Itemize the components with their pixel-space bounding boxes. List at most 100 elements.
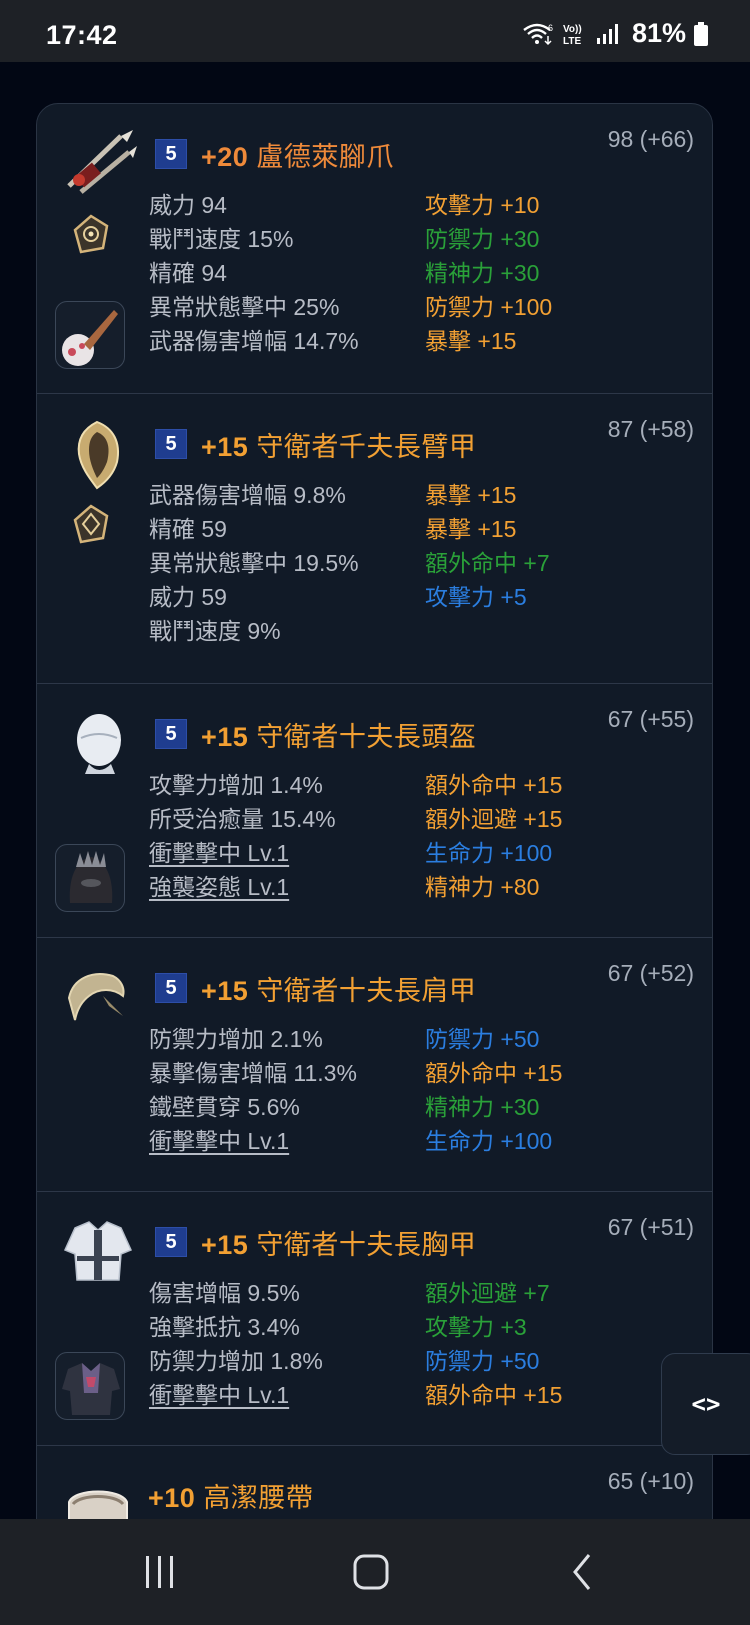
skill-gem-slot[interactable] xyxy=(55,301,125,369)
item-score: 67 (+55) xyxy=(607,706,694,732)
stat-right: 額外命中 +15 xyxy=(425,772,563,798)
skin-slot[interactable] xyxy=(55,1352,125,1420)
stat-left: 攻擊力增加 1.4% xyxy=(149,772,323,798)
stat-left: 異常狀態擊中 19.5% xyxy=(149,550,359,576)
item-score: 67 (+51) xyxy=(607,1214,694,1240)
equipment-item-weapon[interactable]: 5 +20 盧德萊腳爪 98 (+66) 威力 94 戰鬥速度 15% 精確 9… xyxy=(37,104,712,394)
stat-right: 額外命中 +7 xyxy=(425,550,550,576)
stat-right: 暴擊 +15 xyxy=(425,516,517,542)
item-title: 5 +15 守衛者十夫長頭盔 xyxy=(155,715,476,754)
item-score: 98 (+66) xyxy=(607,126,694,152)
enhance-level: +10 xyxy=(148,1482,196,1513)
item-name-text: 守衛者十夫長肩甲 xyxy=(256,975,477,1006)
enhance-level: +15 xyxy=(201,1229,249,1260)
item-name-text: 守衛者十夫長頭盔 xyxy=(256,721,477,752)
signal-icon xyxy=(596,23,618,44)
stat-right: 額外命中 +15 xyxy=(425,1060,563,1086)
stat-left: 強擊抵抗 3.4% xyxy=(149,1314,300,1340)
stat-right: 攻擊力 +10 xyxy=(425,192,540,218)
svg-text:LTE: LTE xyxy=(563,36,581,47)
enhance-level: +15 xyxy=(201,975,249,1006)
equipment-item-belt[interactable]: +10 高潔腰帶 65 (+10) xyxy=(37,1446,712,1519)
skill-link[interactable]: 衝擊擊中 Lv.1 xyxy=(149,836,289,870)
helmet-icon xyxy=(77,714,121,774)
home-button[interactable] xyxy=(341,1547,401,1597)
item-name: +15 守衛者十夫長肩甲 xyxy=(201,969,476,1008)
system-nav-bar xyxy=(0,1519,750,1625)
stat-left: 異常狀態擊中 25% xyxy=(149,294,340,320)
home-icon xyxy=(353,1554,389,1590)
equipment-list-panel[interactable]: 5 +20 盧德萊腳爪 98 (+66) 威力 94 戰鬥速度 15% 精確 9… xyxy=(36,103,713,1519)
skin-slot[interactable] xyxy=(55,844,125,912)
stat-right: 精神力 +80 xyxy=(425,874,540,900)
svg-text:Vo)): Vo)) xyxy=(563,24,582,35)
pauldron-icon xyxy=(67,973,125,1021)
back-button[interactable] xyxy=(552,1547,612,1597)
item-name-text: 盧德萊腳爪 xyxy=(256,141,394,172)
main-content[interactable]: 5 +20 盧德萊腳爪 98 (+66) 威力 94 戰鬥速度 15% 精確 9… xyxy=(0,62,750,1519)
item-score: 67 (+52) xyxy=(607,960,694,986)
tier-badge: 5 xyxy=(155,139,187,169)
battery-icon xyxy=(694,21,708,46)
stat-right: 額外迴避 +15 xyxy=(425,806,563,832)
item-score: 87 (+58) xyxy=(607,416,694,442)
status-time: 17:42 xyxy=(46,20,118,50)
stat-left: 威力 94 xyxy=(149,192,227,218)
item-score: 65 (+10) xyxy=(607,1468,694,1494)
equipment-item-chest[interactable]: 5 +15 守衛者十夫長胸甲 67 (+51) 傷害增幅 9.5% 強擊抵抗 3… xyxy=(37,1192,712,1446)
back-icon xyxy=(573,1554,591,1590)
stat-left: 傷害增幅 9.5% xyxy=(149,1280,300,1306)
skin-helmet-icon xyxy=(69,851,113,903)
item-title: +10 高潔腰帶 xyxy=(148,1478,314,1513)
tier-badge: 5 xyxy=(155,719,187,749)
tier-badge: 5 xyxy=(155,973,187,1003)
skill-gem-icon xyxy=(62,310,118,366)
code-toggle-label: <> xyxy=(691,1390,721,1418)
skin-armor-icon xyxy=(62,1363,120,1415)
stat-right: 攻擊力 +3 xyxy=(425,1314,527,1340)
volte-icon: Vo)) LTE xyxy=(563,24,582,47)
equipment-item-shoulder[interactable]: 5 +15 守衛者十夫長肩甲 67 (+52) 防禦力增加 2.1% 暴擊傷害增… xyxy=(37,938,712,1192)
skill-link[interactable]: 強襲姿態 Lv.1 xyxy=(149,870,289,904)
skill-link[interactable]: 衝擊擊中 Lv.1 xyxy=(149,1378,289,1412)
stat-right: 攻擊力 +5 xyxy=(425,584,527,610)
item-name-text: 守衛者千夫長臂甲 xyxy=(256,431,477,462)
stat-right: 防禦力 +30 xyxy=(425,226,540,252)
stat-right: 額外迴避 +7 xyxy=(425,1280,550,1306)
stat-left: 鐵壁貫穿 5.6% xyxy=(149,1094,300,1120)
stat-left: 精確 94 xyxy=(149,260,227,286)
stat-left: 防禦力增加 2.1% xyxy=(149,1026,323,1052)
item-name-text: 守衛者十夫長胸甲 xyxy=(256,1229,477,1260)
stat-left: 防禦力增加 1.8% xyxy=(149,1348,323,1374)
enhance-level: +15 xyxy=(201,721,249,752)
stat-right: 暴擊 +15 xyxy=(425,328,517,354)
tier-badge: 5 xyxy=(155,429,187,459)
item-title: 5 +15 守衛者十夫長胸甲 xyxy=(155,1223,476,1262)
item-title: 5 +15 守衛者十夫長肩甲 xyxy=(155,969,476,1008)
stat-right: 防禦力 +100 xyxy=(425,294,553,320)
stat-left: 戰鬥速度 9% xyxy=(149,618,281,644)
recent-apps-button[interactable] xyxy=(130,1547,190,1597)
equipment-item-helmet[interactable]: 5 +15 守衛者十夫長頭盔 67 (+55) 攻擊力增加 1.4% 所受治癒量… xyxy=(37,684,712,938)
manastone-icon xyxy=(73,214,109,254)
item-name: +20 盧德萊腳爪 xyxy=(201,135,394,174)
stat-left: 武器傷害增幅 14.7% xyxy=(149,328,359,354)
twin-claw-weapon-icon xyxy=(67,130,137,194)
skill-link[interactable]: 衝擊擊中 Lv.1 xyxy=(149,1124,289,1158)
belt-icon xyxy=(68,1490,128,1519)
stat-left: 戰鬥速度 15% xyxy=(149,226,294,252)
stat-right: 生命力 +100 xyxy=(425,840,553,866)
item-name: +15 守衛者千夫長臂甲 xyxy=(201,425,476,464)
shield-armguard-icon xyxy=(77,420,119,490)
chest-armor-icon xyxy=(63,1221,133,1281)
equipment-item-armguard[interactable]: 5 +15 守衛者千夫長臂甲 87 (+58) 武器傷害增幅 9.8% 精確 5… xyxy=(37,394,712,684)
tier-badge: 5 xyxy=(155,1227,187,1257)
status-icons: 6 Vo)) LTE 81% xyxy=(522,18,708,49)
item-name: +15 守衛者十夫長頭盔 xyxy=(201,715,476,754)
code-toggle-button[interactable]: <> xyxy=(661,1353,750,1455)
item-name-text: 高潔腰帶 xyxy=(203,1482,314,1513)
item-name: +15 守衛者十夫長胸甲 xyxy=(201,1223,476,1262)
stat-right: 生命力 +100 xyxy=(425,1128,553,1154)
stat-left: 武器傷害增幅 9.8% xyxy=(149,482,346,508)
stat-right: 防禦力 +50 xyxy=(425,1348,540,1374)
